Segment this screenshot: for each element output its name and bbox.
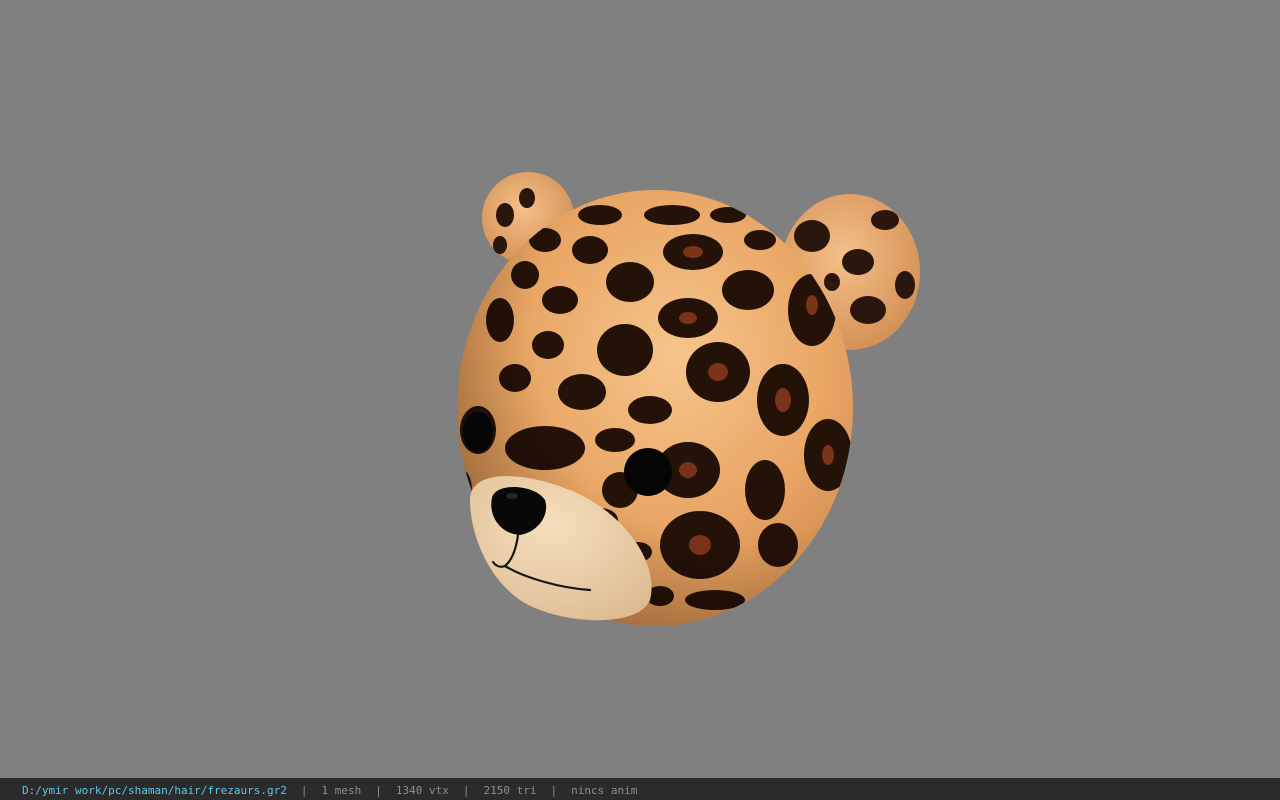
- vertex-count: 1340 vtx: [395, 784, 449, 797]
- separator: |: [462, 784, 470, 797]
- file-path: D:/ymir work/pc/shaman/hair/frezaurs.gr2: [22, 784, 287, 797]
- right-eye: [624, 448, 672, 496]
- triangle-count: 2150 tri: [483, 784, 537, 797]
- animation-status: nincs anim: [571, 784, 638, 797]
- separator: |: [375, 784, 382, 797]
- status-bar: D:/ymir work/pc/shaman/hair/frezaurs.gr2…: [0, 778, 1280, 800]
- 3d-viewport[interactable]: [0, 0, 1280, 778]
- mesh-count: 1 mesh: [321, 784, 362, 797]
- left-eye: [463, 412, 493, 452]
- bear-head-model[interactable]: [0, 0, 1280, 778]
- separator: |: [550, 784, 558, 797]
- separator: |: [300, 784, 308, 797]
